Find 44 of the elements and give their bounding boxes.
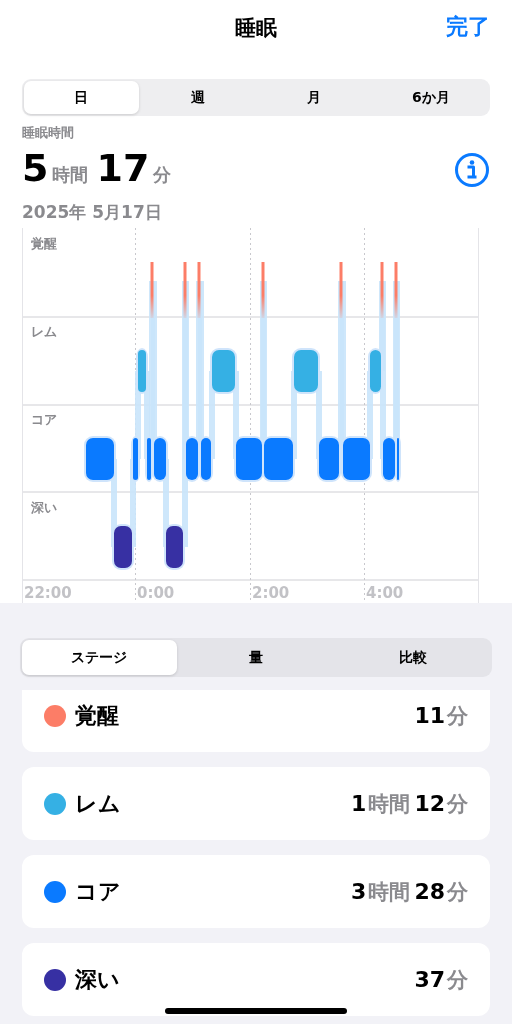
- stage-duration-value: 37: [414, 966, 445, 992]
- axis-label: レム: [31, 324, 57, 339]
- stage-duration-unit: 時間: [368, 790, 411, 818]
- stage-tab[interactable]: 量: [178, 640, 334, 675]
- stage-tab[interactable]: 比較: [335, 640, 490, 675]
- stage-duration-unit: 分: [447, 878, 468, 906]
- stage-duration-value: 3: [351, 878, 367, 904]
- stage-duration-unit: 分: [447, 790, 468, 818]
- axis-label: 深い: [31, 500, 57, 515]
- stage-duration-unit: 分: [447, 966, 468, 994]
- duration-unit: 時間: [52, 163, 89, 187]
- stage-name: コア: [75, 877, 122, 906]
- info-icon[interactable]: [454, 152, 490, 188]
- axis-label: 0:00: [137, 584, 175, 602]
- stage-card[interactable]: 深い 37分: [22, 943, 490, 1016]
- stage-duration-value: 28: [414, 878, 445, 904]
- axis-label: 覚醒: [31, 236, 57, 251]
- axis-label: 4:00: [366, 584, 404, 602]
- range-tab[interactable]: 週: [140, 81, 255, 114]
- stage-name: レム: [75, 789, 122, 818]
- stage-card[interactable]: コア 3時間 28分: [22, 855, 490, 928]
- axis-label: コア: [31, 412, 57, 427]
- done-button[interactable]: 完了: [446, 12, 490, 42]
- range-tab[interactable]: 月: [257, 81, 372, 114]
- axis-label: 2:00: [252, 584, 290, 602]
- duration-unit: 分: [153, 163, 172, 187]
- stage-duration-value: 12: [414, 790, 445, 816]
- duration-value: 5: [22, 145, 49, 192]
- stage-duration-unit: 時間: [368, 878, 411, 906]
- stage-card[interactable]: レム 1時間 12分: [22, 767, 490, 840]
- stage-card[interactable]: 覚醒 11分: [22, 690, 490, 752]
- stage-duration-value: 11: [414, 702, 445, 728]
- stage-duration-value: 1: [351, 790, 367, 816]
- stage-duration-unit: 分: [447, 702, 468, 730]
- stage-name: 覚醒: [75, 701, 120, 730]
- stage-name: 深い: [75, 965, 121, 994]
- date-label: 2025年 5月17日: [22, 201, 163, 223]
- screen-title: 睡眠: [235, 15, 277, 42]
- duration-value: 17: [96, 145, 150, 192]
- stage-tab[interactable]: ステージ: [22, 640, 177, 675]
- range-tab[interactable]: 6か月: [373, 81, 488, 114]
- summary-label: 睡眠時間: [22, 124, 75, 142]
- axis-label: 22:00: [24, 584, 72, 602]
- range-tab[interactable]: 日: [24, 81, 139, 114]
